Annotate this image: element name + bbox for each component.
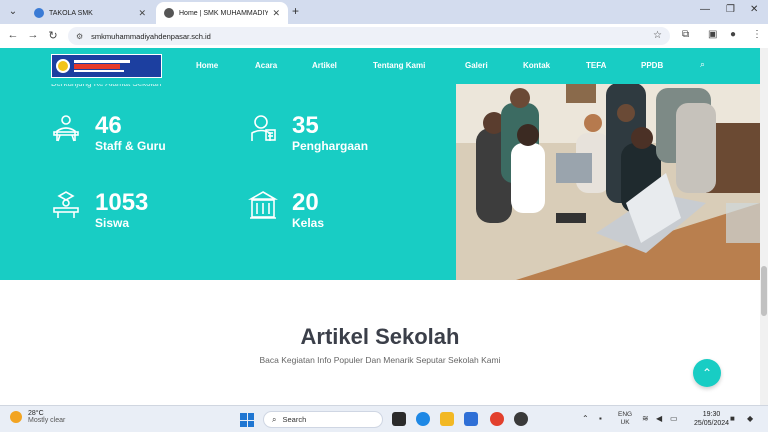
back-button[interactable]: ← bbox=[6, 29, 20, 41]
tab-home[interactable]: Home | SMK MUHAMMADIYAH ✕ bbox=[156, 2, 288, 24]
stat-number: 46 bbox=[95, 112, 122, 139]
tray-app-icon[interactable]: ▪ bbox=[599, 414, 602, 423]
extensions-icon[interactable]: ⧉ bbox=[682, 29, 689, 40]
nav-tentang-kami[interactable]: Tentang Kami bbox=[373, 61, 425, 70]
windows-taskbar: 28°C Mostly clear ⌕ Search ⌃ ▪ ENG UK ≋ … bbox=[0, 405, 768, 432]
minimize-button[interactable]: — bbox=[700, 4, 710, 15]
stat-number: 1053 bbox=[95, 189, 149, 216]
nav-ppdb[interactable]: PPDB bbox=[641, 61, 663, 70]
clock-date: 25/05/2024 bbox=[694, 420, 730, 427]
chrome-icon[interactable] bbox=[490, 412, 504, 426]
sun-icon bbox=[10, 411, 22, 423]
globe-icon bbox=[34, 8, 44, 18]
tab-takola[interactable]: TAKOLA SMK ✕ bbox=[26, 2, 154, 24]
web-page: Berkunjung Ke Alamat Sekolah 46 Staff & … bbox=[0, 48, 760, 405]
nav-galeri[interactable]: Galeri bbox=[465, 61, 488, 70]
page-scrollbar[interactable] bbox=[760, 48, 768, 405]
weather-desc: Mostly clear bbox=[28, 417, 66, 424]
school-logo[interactable] bbox=[51, 54, 162, 78]
stat-staff-guru: 46 Staff & Guru bbox=[51, 113, 166, 153]
close-icon[interactable]: ✕ bbox=[138, 8, 146, 19]
url-text: smkmuhammadiyahdenpasar.sch.id bbox=[91, 31, 211, 41]
school-emblem-icon bbox=[56, 59, 70, 73]
new-tab-button[interactable]: + bbox=[292, 4, 299, 18]
stat-penghargaan: 35 Penghargaan bbox=[248, 113, 368, 153]
clock-time: 19:30 bbox=[702, 411, 721, 418]
task-view-icon[interactable] bbox=[392, 412, 406, 426]
notification-icon[interactable]: ■ bbox=[730, 414, 735, 423]
close-icon[interactable]: ✕ bbox=[272, 8, 280, 19]
stat-label: Siswa bbox=[95, 216, 130, 230]
site-navbar: Home Acara Artikel Tentang Kami Galeri K… bbox=[0, 48, 760, 84]
stat-siswa: 1053 Siswa bbox=[51, 190, 148, 230]
chevron-up-icon[interactable]: ⌃ bbox=[582, 414, 589, 423]
search-icon: ⌕ bbox=[272, 414, 277, 424]
tab-groups-icon[interactable]: ▣ bbox=[708, 29, 717, 40]
address-bar[interactable]: ⚙ smkmuhammadiyahdenpasar.sch.id ☆ bbox=[68, 27, 670, 45]
app-icon[interactable] bbox=[514, 412, 528, 426]
volume-icon[interactable]: ◀ bbox=[656, 414, 662, 423]
award-icon bbox=[251, 115, 276, 141]
weather-temp: 28°C bbox=[28, 410, 44, 417]
wifi-icon[interactable]: ≋ bbox=[642, 414, 649, 423]
stat-label: Kelas bbox=[292, 216, 325, 230]
nav-acara[interactable]: Acara bbox=[255, 61, 277, 70]
restore-button[interactable]: ❐ bbox=[726, 4, 735, 15]
weather-widget[interactable]: 28°C Mostly clear bbox=[10, 410, 65, 424]
language-indicator[interactable]: ENG UK bbox=[618, 411, 632, 427]
nav-artikel[interactable]: Artikel bbox=[312, 61, 337, 70]
stat-number: 35 bbox=[292, 112, 319, 139]
close-window-button[interactable]: ✕ bbox=[750, 4, 758, 15]
site-favicon-icon bbox=[164, 8, 174, 18]
browser-toolbar: ← → ↻ ⚙ smkmuhammadiyahdenpasar.sch.id ☆… bbox=[0, 24, 768, 48]
tab-title: Home | SMK MUHAMMADIYAH bbox=[179, 9, 269, 17]
tab-search-button[interactable]: ⌄ bbox=[6, 5, 20, 19]
file-explorer-icon[interactable] bbox=[440, 412, 454, 426]
more-menu-icon[interactable]: ⋮ bbox=[752, 29, 762, 40]
profile-avatar-icon[interactable]: ● bbox=[730, 29, 736, 40]
tab-title: TAKOLA SMK bbox=[49, 9, 93, 17]
tab-strip: ⌄ TAKOLA SMK ✕ Home | SMK MUHAMMADIYAH ✕… bbox=[0, 0, 768, 24]
nav-tefa[interactable]: TEFA bbox=[586, 61, 606, 70]
clock[interactable]: 19:30 25/05/2024 bbox=[694, 410, 729, 428]
student-icon bbox=[53, 191, 79, 218]
search-icon[interactable]: ⌕ bbox=[700, 59, 705, 70]
start-button[interactable] bbox=[240, 413, 254, 427]
section-title: Artikel Sekolah bbox=[300, 324, 460, 349]
copilot-icon[interactable]: ◆ bbox=[747, 414, 753, 423]
stat-label: Staff & Guru bbox=[95, 139, 166, 153]
battery-icon[interactable]: ▭ bbox=[670, 414, 678, 423]
stat-kelas: 20 Kelas bbox=[248, 190, 324, 230]
nav-home[interactable]: Home bbox=[196, 61, 218, 70]
teacher-icon bbox=[53, 115, 79, 142]
forward-button[interactable]: → bbox=[26, 29, 40, 41]
search-placeholder: Search bbox=[282, 415, 307, 424]
section-subtitle: Baca Kegiatan Info Populer Dan Menarik S… bbox=[259, 355, 501, 365]
scrollbar-thumb[interactable] bbox=[761, 266, 767, 316]
scroll-to-top-button[interactable]: ⌃ bbox=[693, 359, 721, 387]
students-photo bbox=[456, 83, 760, 280]
bookmark-star-icon[interactable]: ☆ bbox=[653, 30, 662, 41]
edge-icon[interactable] bbox=[416, 412, 430, 426]
store-icon[interactable] bbox=[464, 412, 478, 426]
stat-label: Penghargaan bbox=[292, 139, 369, 153]
building-icon bbox=[248, 191, 278, 219]
stat-number: 20 bbox=[292, 189, 319, 216]
nav-kontak[interactable]: Kontak bbox=[523, 61, 550, 70]
taskbar-search[interactable]: ⌕ Search bbox=[263, 411, 383, 428]
site-info-icon[interactable]: ⚙ bbox=[76, 32, 83, 41]
reload-button[interactable]: ↻ bbox=[46, 29, 60, 42]
